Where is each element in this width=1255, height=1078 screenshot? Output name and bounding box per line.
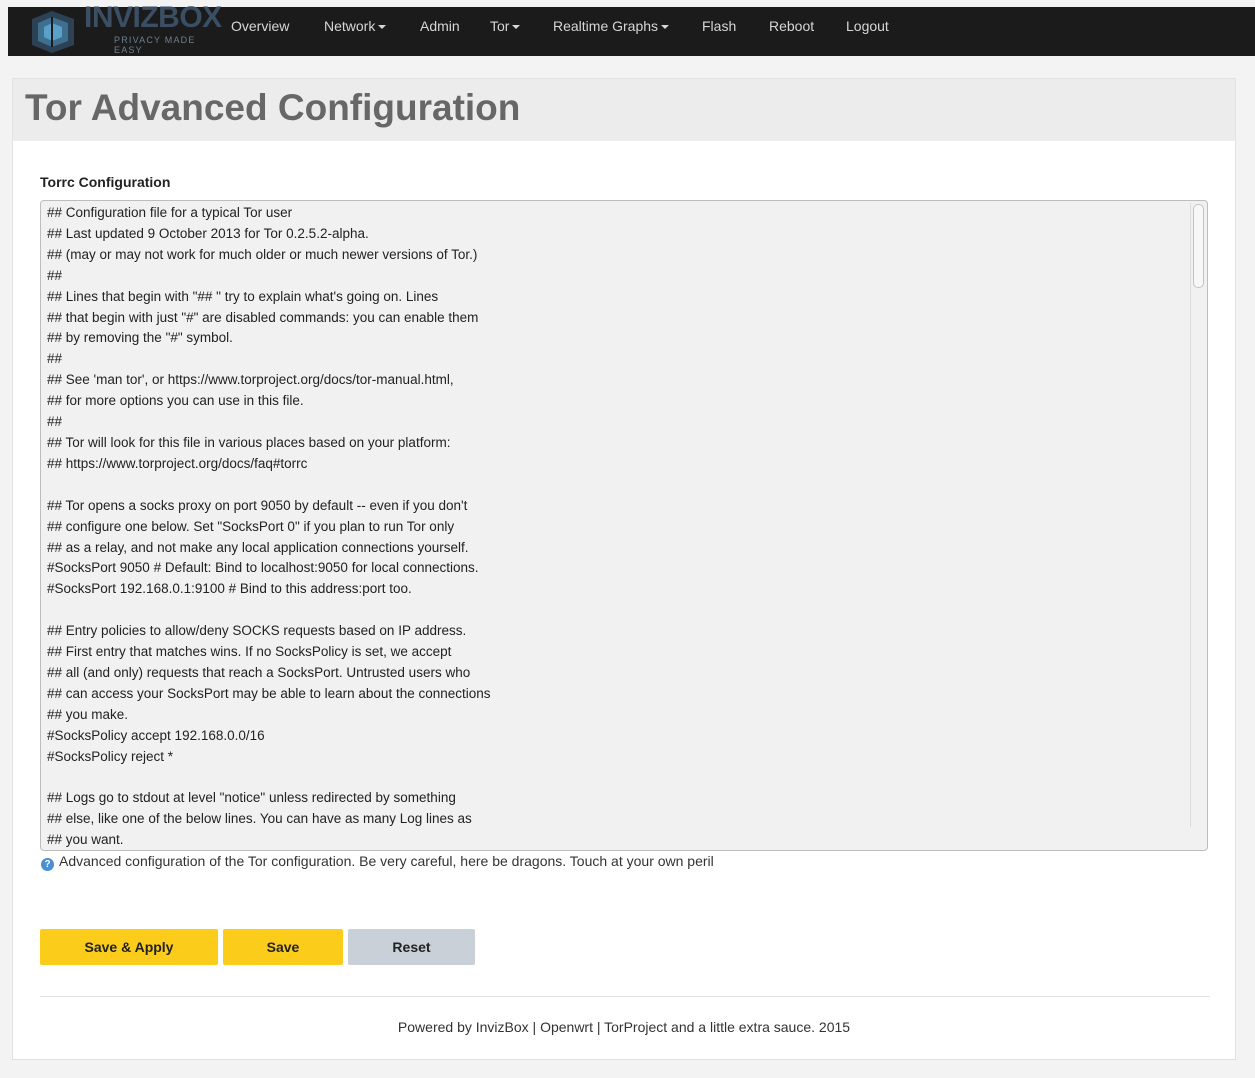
reset-button[interactable]: Reset (348, 929, 475, 965)
textarea-scrollbar[interactable] (1190, 203, 1205, 827)
nav-tor-label: Tor (490, 18, 510, 34)
nav-reboot-label: Reboot (769, 18, 815, 34)
nav-tor[interactable]: Tor (490, 18, 521, 34)
invizbox-logo-icon (32, 11, 74, 53)
nav-network-label: Network (324, 18, 376, 34)
caret-down-icon (378, 25, 387, 30)
brand-tagline: PRIVACY MADE EASY (114, 35, 196, 55)
nav-overview-label: Overview (231, 18, 290, 34)
page-title: Tor Advanced Configuration (25, 87, 521, 128)
nav-overview[interactable]: Overview (231, 18, 289, 34)
nav-realtime-graphs[interactable]: Realtime Graphs (553, 18, 670, 34)
save-apply-button[interactable]: Save & Apply (40, 929, 218, 965)
content-panel: Tor Advanced Configuration Torrc Configu… (12, 78, 1236, 1060)
brand-logo[interactable]: INVIZBOX PRIVACY MADE EASY (26, 1, 226, 56)
info-icon: ? (41, 858, 54, 871)
scrollbar-thumb[interactable] (1193, 204, 1204, 288)
nav-realtime-graphs-label: Realtime Graphs (553, 18, 659, 34)
save-button[interactable]: Save (223, 929, 343, 965)
nav-admin[interactable]: Admin (420, 18, 460, 34)
torrc-section-label: Torrc Configuration (40, 174, 171, 190)
brand-name: INVIZBOX (84, 1, 222, 34)
torrc-text[interactable]: ## Configuration file for a typical Tor … (47, 203, 1177, 849)
nav-flash-label: Flash (702, 18, 737, 34)
nav-logout-label: Logout (846, 18, 889, 34)
help-text: ? Advanced configuration of the Tor confi… (41, 853, 714, 871)
nav-logout[interactable]: Logout (846, 18, 889, 34)
nav-admin-label: Admin (420, 18, 460, 34)
top-navbar: INVIZBOX PRIVACY MADE EASY Overview Netw… (8, 1, 1255, 56)
caret-down-icon (512, 25, 521, 30)
footer-text: Powered by InvizBox | Openwrt | TorProje… (397, 1019, 851, 1035)
help-text-label: Advanced configuration of the Tor config… (59, 853, 714, 869)
nav-network[interactable]: Network (324, 18, 387, 34)
nav-reboot[interactable]: Reboot (769, 18, 814, 34)
nav-flash[interactable]: Flash (702, 18, 736, 34)
page-header: Tor Advanced Configuration (13, 79, 1235, 141)
torrc-textarea[interactable]: ## Configuration file for a typical Tor … (40, 200, 1208, 851)
caret-down-icon (661, 25, 670, 30)
footer-divider (40, 996, 1210, 997)
